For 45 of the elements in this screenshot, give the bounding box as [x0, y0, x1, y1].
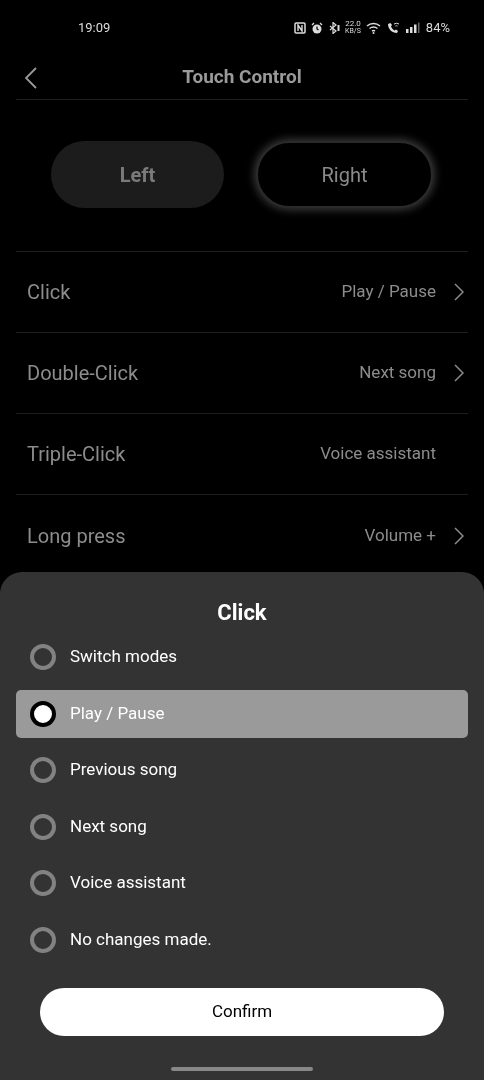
radio-button[interactable]: [30, 644, 56, 670]
option-label: Play / Pause: [70, 701, 165, 725]
back-icon: [25, 67, 37, 89]
signal-icon: [404, 21, 421, 34]
option-row[interactable]: No changes made.: [16, 915, 468, 964]
setting-value: Next song: [359, 361, 436, 385]
battery-percentage: 84%: [425, 18, 450, 37]
setting-label: Long press: [27, 522, 126, 550]
option-row[interactable]: Switch modes: [16, 633, 468, 681]
setting-label: Click: [27, 279, 71, 306]
radio-button[interactable]: [30, 700, 56, 727]
option-label: Next song: [70, 814, 147, 838]
setting-label: Double-Click: [27, 360, 139, 387]
setting-row[interactable]: Click Play / Pause: [16, 252, 468, 333]
wifi-call-icon: [386, 21, 400, 34]
sheet-title: Click: [217, 599, 267, 627]
option-row[interactable]: Previous song: [16, 746, 468, 794]
option-label: Switch modes: [70, 645, 178, 669]
setting-row[interactable]: Triple-Click Voice assistant: [16, 414, 468, 495]
status-time: 19:09: [78, 18, 111, 37]
setting-value: Volume +: [364, 523, 436, 547]
side-tab[interactable]: Left: [51, 141, 224, 208]
alarm-icon: [311, 21, 324, 34]
network-speed: 22.0: [345, 20, 361, 28]
back-button[interactable]: [22, 66, 40, 90]
wifi-icon: [365, 21, 382, 34]
setting-row[interactable]: Double-Click Next song: [16, 333, 468, 414]
page-title: Touch Control: [182, 63, 302, 90]
option-row[interactable]: Next song: [16, 802, 468, 851]
option-label: Previous song: [70, 758, 178, 782]
option-label: No changes made.: [70, 927, 212, 951]
bluetooth-icon: [328, 21, 341, 34]
side-tab[interactable]: Right: [256, 141, 433, 208]
radio-button[interactable]: [30, 757, 56, 783]
radio-button[interactable]: [30, 926, 56, 953]
setting-value: Voice assistant: [320, 442, 436, 466]
setting-row[interactable]: Long press Volume +: [16, 495, 468, 576]
nfc-icon: [294, 21, 307, 34]
radio-button[interactable]: [30, 870, 56, 896]
setting-label: Triple-Click: [27, 441, 126, 468]
setting-value: Play / Pause: [341, 280, 436, 304]
option-row[interactable]: Voice assistant: [16, 859, 468, 907]
radio-button[interactable]: [30, 813, 56, 840]
option-label: Voice assistant: [70, 871, 186, 895]
confirm-button[interactable]: Confirm: [40, 987, 444, 1036]
